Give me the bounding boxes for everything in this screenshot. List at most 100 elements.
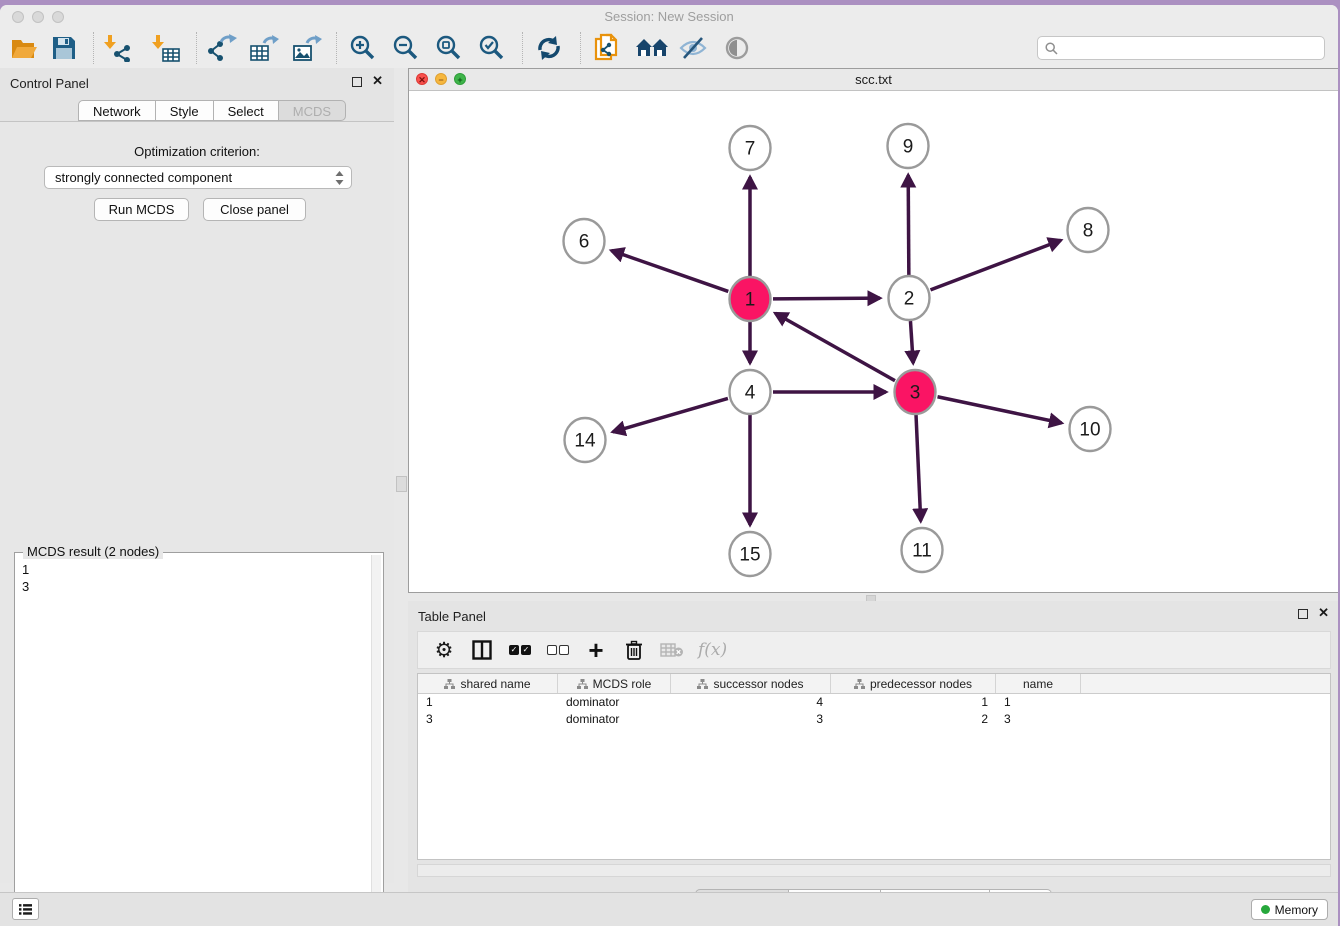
graph-node-2[interactable]: 2 — [889, 276, 930, 320]
search-input[interactable] — [1063, 36, 1324, 60]
cell-name[interactable]: 3 — [996, 711, 1081, 728]
task-history-list-button[interactable] — [12, 898, 39, 920]
network-window-titlebar: ✕ − + scc.txt — [409, 69, 1338, 91]
graph-edge-4-14[interactable] — [613, 398, 728, 431]
run-mcds-button[interactable]: Run MCDS — [94, 198, 189, 221]
import-network-icon[interactable] — [102, 33, 134, 63]
home-networks-icon[interactable] — [634, 33, 670, 63]
cell-successor-nodes[interactable]: 4 — [671, 694, 831, 711]
deselect-all-icon[interactable] — [546, 636, 570, 664]
criterion-select[interactable]: strongly connected component — [44, 166, 352, 189]
cell-predecessor-nodes[interactable]: 2 — [831, 711, 996, 728]
table-row[interactable]: 3 dominator 3 2 3 — [418, 711, 1330, 728]
tab-network[interactable]: Network — [78, 100, 156, 121]
graph-node-14[interactable]: 14 — [565, 418, 606, 462]
graph-node-1[interactable]: 1 — [730, 277, 771, 321]
control-panel-title: Control Panel — [10, 76, 89, 91]
graph-node-4[interactable]: 4 — [730, 370, 771, 414]
tab-select[interactable]: Select — [214, 100, 279, 121]
cell-predecessor-nodes[interactable]: 1 — [831, 694, 996, 711]
import-table-icon[interactable] — [150, 33, 182, 63]
tab-mcds[interactable]: MCDS — [279, 100, 346, 121]
export-table-icon[interactable] — [248, 33, 280, 63]
table-row[interactable]: 1 dominator 4 1 1 — [418, 694, 1330, 711]
duplicate-network-icon[interactable] — [590, 33, 622, 63]
toolbar-separator — [93, 32, 94, 64]
graph-edge-3-10[interactable] — [938, 397, 1062, 423]
tab-style[interactable]: Style — [156, 100, 214, 121]
graph-svg[interactable]: 1 2 3 4 6 7 8 9 10 11 14 15 — [409, 90, 1338, 592]
vertical-splitter[interactable] — [394, 68, 408, 883]
column-header-mcds-role[interactable]: MCDS role — [558, 674, 671, 693]
table-panel-header: Table Panel ✕ — [408, 601, 1338, 627]
cell-shared-name[interactable]: 3 — [418, 711, 558, 728]
graph-node-15[interactable]: 15 — [730, 532, 771, 576]
titlebar: Session: New Session — [0, 5, 1338, 28]
add-column-icon[interactable]: + — [584, 636, 608, 664]
float-panel-icon[interactable] — [352, 77, 362, 87]
close-panel-button[interactable]: Close panel — [203, 198, 306, 221]
zoom-in-icon[interactable] — [347, 33, 379, 63]
memory-status-dot — [1261, 905, 1270, 914]
tree-icon — [697, 679, 708, 689]
graph-node-11[interactable]: 11 — [902, 528, 943, 572]
hide-eye-icon[interactable] — [677, 33, 709, 63]
graph-node-3[interactable]: 3 — [895, 370, 936, 414]
graph-edge-3-11[interactable] — [916, 415, 921, 521]
graph-edge-1-6[interactable] — [611, 251, 728, 292]
memory-button[interactable]: Memory — [1251, 899, 1328, 920]
svg-text:10: 10 — [1079, 420, 1100, 441]
graph-node-7[interactable]: 7 — [730, 126, 771, 170]
save-session-icon[interactable] — [48, 33, 80, 63]
graph-node-6[interactable]: 6 — [564, 219, 605, 263]
table-settings-gear-icon[interactable]: ⚙ — [432, 636, 456, 664]
table-panel: Table Panel ✕ ⚙ ✓✓ + f(x) — [408, 601, 1338, 898]
cell-mcds-role[interactable]: dominator — [558, 711, 671, 728]
vertical-splitter-handle[interactable] — [396, 476, 407, 492]
graph-edge-2-3[interactable] — [910, 321, 913, 363]
cell-shared-name[interactable]: 1 — [418, 694, 558, 711]
delete-column-trash-icon[interactable] — [622, 636, 646, 664]
horizontal-splitter[interactable] — [408, 593, 1338, 601]
select-all-icon[interactable]: ✓✓ — [508, 636, 532, 664]
graph-node-9[interactable]: 9 — [888, 124, 929, 168]
column-visibility-icon[interactable] — [470, 636, 494, 664]
search-field[interactable] — [1037, 36, 1325, 60]
mcds-result-box[interactable]: MCDS result (2 nodes) 1 3 — [14, 552, 384, 926]
column-header-predecessor-nodes[interactable]: predecessor nodes — [831, 674, 996, 693]
zoom-fit-icon[interactable] — [433, 33, 465, 63]
network-view-window: ✕ − + scc.txt 1 2 3 4 6 7 8 9 10 11 14 15 — [408, 68, 1338, 593]
column-header-name[interactable]: name — [996, 674, 1081, 693]
close-table-panel-icon[interactable]: ✕ — [1318, 605, 1329, 621]
cell-successor-nodes[interactable]: 3 — [671, 711, 831, 728]
node-table-header-row: shared name MCDS role successor nodes pr… — [418, 674, 1330, 694]
graph-edge-1-2[interactable] — [773, 298, 880, 299]
export-image-icon[interactable] — [291, 33, 323, 63]
toolbar-separator — [196, 32, 197, 64]
toolbar-separator — [522, 32, 523, 64]
graph-node-8[interactable]: 8 — [1068, 208, 1109, 252]
graph-edge-2-9[interactable] — [908, 175, 909, 275]
cell-mcds-role[interactable]: dominator — [558, 694, 671, 711]
open-session-icon[interactable] — [8, 33, 40, 63]
column-header-successor-nodes[interactable]: successor nodes — [671, 674, 831, 693]
zoom-out-icon[interactable] — [390, 33, 422, 63]
graph-node-10[interactable]: 10 — [1070, 407, 1111, 451]
application-window: Session: New Session — [0, 5, 1338, 926]
cell-name[interactable]: 1 — [996, 694, 1081, 711]
zoom-selected-icon[interactable] — [476, 33, 508, 63]
export-network-icon[interactable] — [206, 33, 238, 63]
table-horizontal-scrollbar[interactable] — [417, 864, 1331, 877]
main-toolbar — [0, 28, 1338, 69]
graph-edge-2-8[interactable] — [931, 240, 1061, 290]
mcds-result-item: 3 — [22, 578, 372, 595]
svg-text:3: 3 — [910, 383, 921, 404]
column-header-shared-name[interactable]: shared name — [418, 674, 558, 693]
refresh-icon[interactable] — [533, 33, 565, 63]
close-panel-icon[interactable]: ✕ — [372, 73, 383, 89]
mcds-result-scrollbar[interactable] — [371, 555, 381, 926]
graph-edge-3-1[interactable] — [775, 313, 895, 380]
float-table-panel-icon[interactable] — [1298, 609, 1308, 619]
show-eye-icon[interactable] — [721, 33, 753, 63]
svg-text:2: 2 — [904, 289, 915, 310]
